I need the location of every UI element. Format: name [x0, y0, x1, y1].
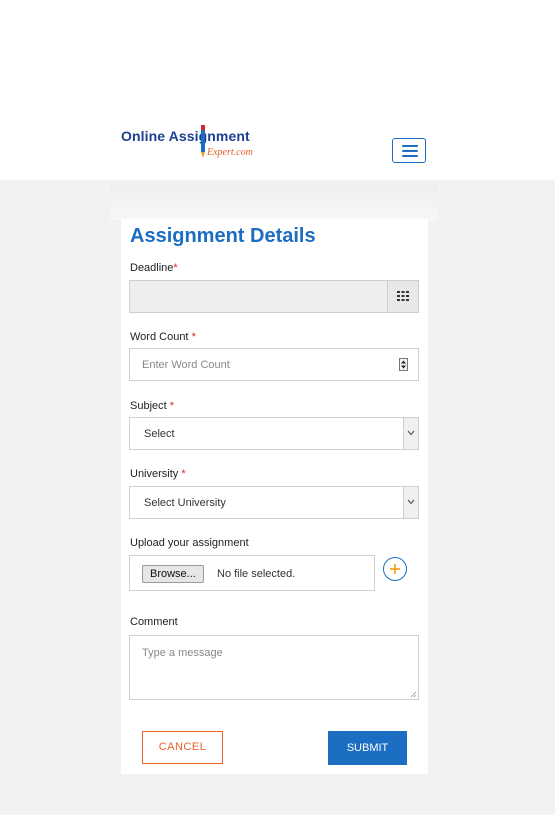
resize-grip-icon[interactable] [409, 690, 417, 698]
university-label: University * [130, 468, 186, 480]
deadline-field[interactable] [129, 280, 419, 313]
subject-selected-value: Select [144, 428, 175, 440]
assignment-form-card: Assignment Details Deadline* Word Count … [121, 219, 428, 774]
comment-placeholder: Type a message [142, 647, 223, 659]
browse-button[interactable]: Browse... [142, 565, 204, 583]
submit-button[interactable]: SUBMIT [328, 731, 407, 765]
chevron-down-icon [407, 499, 415, 505]
add-file-button[interactable] [383, 557, 407, 581]
logo-text-primary: Online Assignment [121, 128, 250, 144]
site-header: Online Assignment Expert.com [0, 0, 555, 180]
university-selected-value: Select University [144, 497, 226, 509]
site-logo[interactable]: Online Assignment Expert.com [121, 125, 266, 164]
required-mark: * [169, 400, 175, 412]
word-count-placeholder: Enter Word Count [142, 359, 230, 371]
form-title: Assignment Details [130, 225, 316, 247]
word-count-input[interactable]: Enter Word Count [129, 348, 419, 381]
deadline-label-text: Deadline [130, 262, 174, 274]
deadline-label: Deadline* [130, 262, 178, 274]
calendar-icon [397, 291, 409, 301]
upload-label: Upload your assignment [130, 537, 249, 549]
calendar-button[interactable] [387, 281, 418, 312]
university-label-text: University [130, 468, 179, 480]
required-mark: * [181, 468, 186, 480]
pencil-logo-icon [201, 125, 205, 158]
word-count-label: Word Count * [130, 331, 196, 343]
hamburger-menu-icon-bar [402, 155, 418, 157]
hamburger-menu-icon [402, 145, 418, 147]
comment-label: Comment [130, 616, 178, 628]
number-spinner-icon[interactable] [399, 358, 408, 371]
subject-dropdown-toggle[interactable] [403, 418, 418, 449]
plus-icon [390, 564, 400, 574]
card-header-shade [110, 184, 438, 220]
menu-toggle-button[interactable] [392, 138, 426, 163]
subject-label-text: Subject [130, 400, 167, 412]
spinner-arrows [401, 360, 406, 369]
required-mark: * [191, 331, 196, 343]
university-select[interactable]: Select University [129, 486, 419, 519]
file-status: No file selected. [217, 568, 296, 580]
hamburger-menu-icon-bar [402, 150, 418, 152]
subject-select[interactable]: Select [129, 417, 419, 450]
file-upload-field[interactable]: Browse... No file selected. [129, 555, 375, 591]
subject-label: Subject * [130, 400, 174, 412]
word-count-label-text: Word Count [130, 331, 189, 343]
logo-text-secondary: Expert.com [207, 147, 253, 158]
cancel-button[interactable]: CANCEL [142, 731, 223, 764]
required-mark: * [173, 262, 178, 274]
chevron-down-icon [407, 430, 415, 436]
university-dropdown-toggle[interactable] [403, 487, 418, 518]
comment-textarea[interactable]: Type a message [129, 635, 419, 700]
